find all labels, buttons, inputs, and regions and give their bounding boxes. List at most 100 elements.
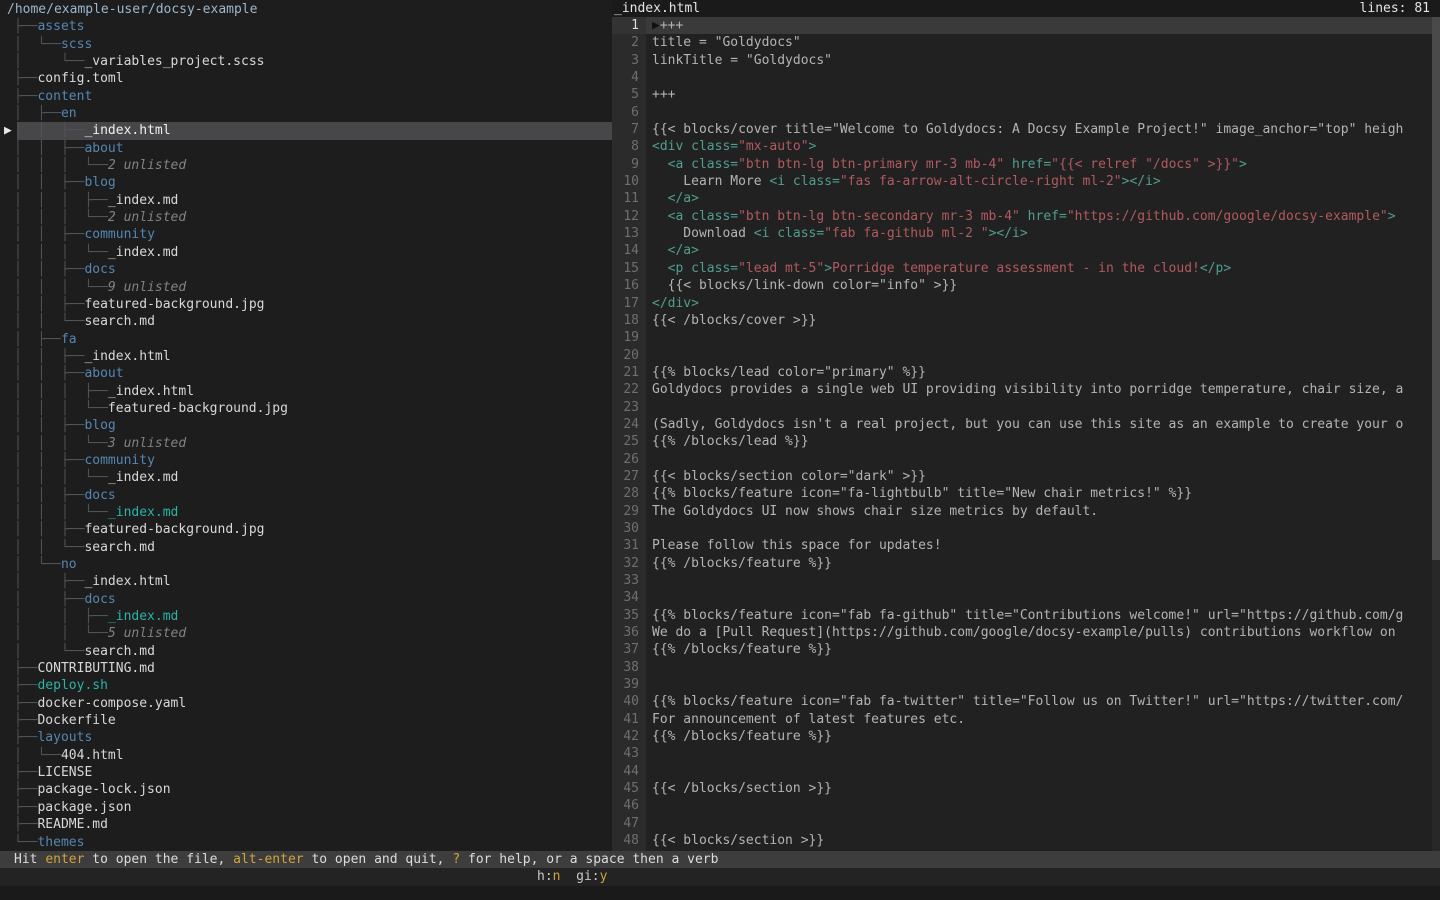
tree-item-fa[interactable]: │ ├──fa <box>0 331 612 348</box>
tree-branch-lines: ├── <box>14 19 37 34</box>
tree-item-package.json[interactable]: ├──package.json <box>0 799 612 816</box>
code-line-29: 29The Goldydocs UI now shows chair size … <box>612 503 1440 520</box>
preview-scrollbar[interactable] <box>1432 17 1440 851</box>
code-segment: "fas fa-arrow-alt-circle-right ml-2" <box>840 174 1122 189</box>
tree-item-docs[interactable]: │ │ ├──docs <box>0 261 612 278</box>
code-lines: 1▶+++2title = "Goldydocs"3linkTitle = "G… <box>612 17 1440 851</box>
tree-item-_index.md[interactable]: │ │ ├──_index.md <box>0 608 612 625</box>
line-content: Learn More <i class="fas fa-arrow-alt-ci… <box>646 173 1161 190</box>
tree-branch-lines: │ │ ├── <box>14 488 84 503</box>
tree-item-community[interactable]: │ │ ├──community <box>0 452 612 469</box>
line-content <box>646 659 652 676</box>
tree-branch-lines: ├── <box>14 696 37 711</box>
code-line-4: 4 <box>612 69 1440 86</box>
tree-item-_index.html[interactable]: │ │ ├──_index.html <box>0 348 612 365</box>
tree-item-_index.md[interactable]: │ │ │ └──_index.md <box>0 504 612 521</box>
tree-item-404.html[interactable]: │ └──404.html <box>0 747 612 764</box>
tree-item-en[interactable]: │ ├──en <box>0 105 612 122</box>
line-content: linkTitle = "Goldydocs" <box>646 52 832 69</box>
line-number: 3 <box>612 52 646 69</box>
tree-item-3-unlisted[interactable]: │ │ │ └──3 unlisted <box>0 435 612 452</box>
code-segment: Goldydocs provides a single web UI provi… <box>652 382 1403 397</box>
tree-item-community[interactable]: │ │ ├──community <box>0 226 612 243</box>
tree-item-2-unlisted[interactable]: │ │ │ └──2 unlisted <box>0 209 612 226</box>
tree-item-no[interactable]: │ └──no <box>0 556 612 573</box>
scrollbar-thumb[interactable] <box>1432 17 1440 560</box>
line-content: </a> <box>646 242 699 259</box>
tree-branch-lines: │ └── <box>14 54 84 69</box>
tree-item-about[interactable]: │ │ ├──about <box>0 365 612 382</box>
tree-branch-lines: └── <box>14 835 37 850</box>
line-number: 2 <box>612 34 646 51</box>
code-line-24: 24(Sadly, Goldydocs isn't a real project… <box>612 416 1440 433</box>
status-text: for help, or a space then a verb <box>460 852 718 867</box>
command-input-bar[interactable]: :e h:n gi:y <box>0 868 1440 886</box>
line-number: 38 <box>612 659 646 676</box>
tree-item-config.toml[interactable]: ├──config.toml <box>0 70 612 87</box>
line-number: 6 <box>612 104 646 121</box>
tree-item-9-unlisted[interactable]: │ │ │ └──9 unlisted <box>0 279 612 296</box>
tree-item-CONTRIBUTING.md[interactable]: ├──CONTRIBUTING.md <box>0 660 612 677</box>
line-number: 42 <box>612 728 646 745</box>
line-content <box>646 572 652 589</box>
tree-item-content[interactable]: ├──content <box>0 88 612 105</box>
tree-item-scss[interactable]: │ └──scss <box>0 36 612 53</box>
tree-item-featured-background.jpg[interactable]: │ │ ├──featured-background.jpg <box>0 296 612 313</box>
tree-item-search.md[interactable]: │ └──search.md <box>0 643 612 660</box>
line-number: 36 <box>612 624 646 641</box>
tree-item-_index.html[interactable]: ▶│ │ ├──_index.html <box>0 122 612 139</box>
tree-item-_index.md[interactable]: │ │ │ ├──_index.md <box>0 192 612 209</box>
tree-branch-lines: │ ├── <box>14 106 61 121</box>
tree-item-2-unlisted[interactable]: │ │ │ └──2 unlisted <box>0 157 612 174</box>
tree-item-blog[interactable]: │ │ ├──blog <box>0 417 612 434</box>
tree-item-_index.md[interactable]: │ │ │ └──_index.md <box>0 244 612 261</box>
tree-item-_index.html[interactable]: │ │ │ ├──_index.html <box>0 383 612 400</box>
tree-item-search.md[interactable]: │ │ └──search.md <box>0 313 612 330</box>
line-content: {{% blocks/feature icon="fab fa-github" … <box>646 607 1403 624</box>
tree-item-docker-compose.yaml[interactable]: ├──docker-compose.yaml <box>0 695 612 712</box>
code-segment: "mx-auto" <box>738 139 808 154</box>
code-segment: The Goldydocs UI now shows chair size me… <box>652 504 1098 519</box>
tree-item-README.md[interactable]: ├──README.md <box>0 816 612 833</box>
tree-branch-lines: │ │ ├── <box>14 609 108 624</box>
tree-item-search.md[interactable]: │ │ └──search.md <box>0 539 612 556</box>
tree-item-Dockerfile[interactable]: ├──Dockerfile <box>0 712 612 729</box>
code-segment: </a> <box>652 243 699 258</box>
tree-item-_variables_project.scss[interactable]: │ └──_variables_project.scss <box>0 53 612 70</box>
tree-item-package-lock.json[interactable]: ├──package-lock.json <box>0 781 612 798</box>
tree-item-deploy.sh[interactable]: ├──deploy.sh <box>0 677 612 694</box>
code-segment: +++ <box>660 18 683 33</box>
tree-item-featured-background.jpg[interactable]: │ │ │ └──featured-background.jpg <box>0 400 612 417</box>
tree-item-LICENSE[interactable]: ├──LICENSE <box>0 764 612 781</box>
tree-item-about[interactable]: │ │ ├──about <box>0 140 612 157</box>
bottom-strip <box>0 886 1440 900</box>
line-content <box>646 815 652 832</box>
line-number: 4 <box>612 69 646 86</box>
tree-item-docs[interactable]: │ │ ├──docs <box>0 487 612 504</box>
code-segment: ></i> <box>1122 174 1161 189</box>
tree-item-label: layouts <box>37 730 92 745</box>
line-number: 25 <box>612 433 646 450</box>
line-content: <p class="lead mt-5">Porridge temperatur… <box>646 260 1231 277</box>
tree-item-featured-background.jpg[interactable]: │ │ ├──featured-background.jpg <box>0 521 612 538</box>
tree-item-5-unlisted[interactable]: │ │ └──5 unlisted <box>0 625 612 642</box>
code-line-41: 41For announcement of latest features et… <box>612 711 1440 728</box>
line-number: 47 <box>612 815 646 832</box>
code-segment: Download <box>652 226 754 241</box>
line-number: 14 <box>612 242 646 259</box>
code-segment: <div class= <box>652 139 738 154</box>
line-content: We do a [Pull Request](https://github.co… <box>646 624 1396 641</box>
tree-item-themes[interactable]: └──themes <box>0 834 612 851</box>
tree-item-label: no <box>61 557 77 572</box>
tree-item-label: Dockerfile <box>37 713 115 728</box>
tree-item-blog[interactable]: │ │ ├──blog <box>0 174 612 191</box>
tree-item-layouts[interactable]: ├──layouts <box>0 729 612 746</box>
code-segment: {{% /blocks/lead %}} <box>652 434 809 449</box>
tree-item-label: search.md <box>84 314 154 329</box>
tree-item-label: _index.md <box>108 245 178 260</box>
tree-item-_index.html[interactable]: │ ├──_index.html <box>0 573 612 590</box>
tree-item-_index.md[interactable]: │ │ │ └──_index.md <box>0 469 612 486</box>
tree-item-docs[interactable]: │ ├──docs <box>0 591 612 608</box>
tree-item-assets[interactable]: ├──assets <box>0 18 612 35</box>
tree-item-label: _index.html <box>84 574 170 589</box>
